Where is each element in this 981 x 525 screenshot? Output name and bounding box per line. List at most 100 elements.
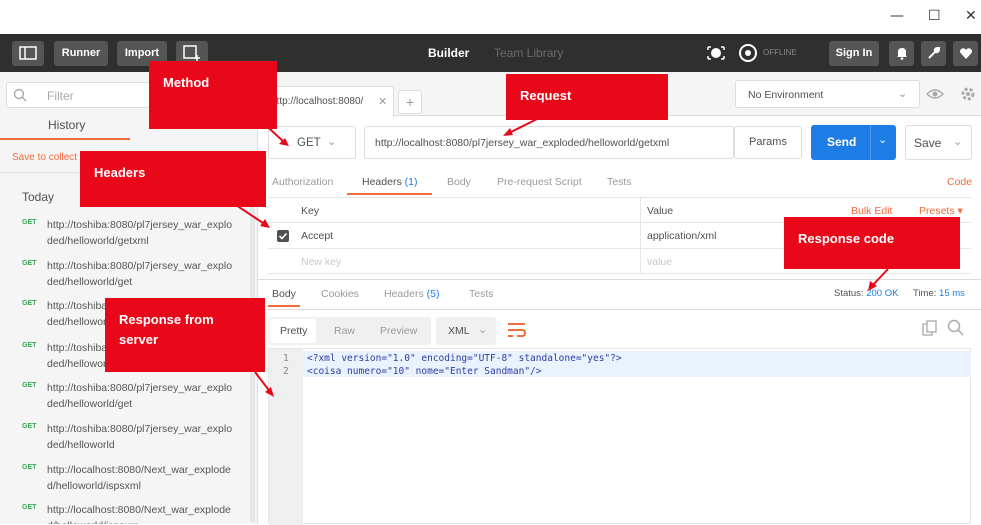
method-select[interactable]: GET ⌄ (268, 126, 356, 159)
time-label: Time: (913, 288, 937, 299)
save-button[interactable]: Save ⌄ (905, 125, 972, 160)
search-icon[interactable] (947, 319, 965, 337)
view-mode-group: Pretty Raw Preview (268, 317, 431, 345)
new-key-field[interactable]: New key (301, 256, 341, 268)
presets-dropdown[interactable]: Presets ▾ (919, 205, 963, 217)
sign-in-button[interactable]: Sign In (829, 41, 879, 66)
send-label: Send (827, 135, 857, 149)
status-value: 200 OK (866, 288, 899, 299)
copy-icon[interactable] (922, 320, 938, 336)
settings-button[interactable] (921, 41, 946, 66)
list-item[interactable]: GET http://localhost:8080/Next_war_explod… (0, 462, 257, 498)
callout-response-code: Response code (784, 217, 960, 269)
time-value: 15 ms (939, 288, 965, 299)
raw-button[interactable]: Raw (334, 325, 355, 337)
callout-response-from-server: Response from server (105, 298, 265, 372)
tab-headers[interactable]: Headers (1) (362, 176, 417, 188)
new-value-field[interactable]: value (647, 256, 672, 268)
tab-prerequest[interactable]: Pre-request Script (497, 176, 582, 188)
sync-icon[interactable] (738, 43, 758, 63)
notifications-button[interactable] (889, 41, 914, 66)
heart-icon (959, 48, 972, 59)
code-line: <?xml version="1.0" encoding="UTF-8" sta… (307, 353, 622, 364)
url-input[interactable]: http://localhost:8080/pl7jersey_war_expl… (364, 126, 734, 159)
divider (258, 279, 981, 280)
wrench-icon (927, 46, 940, 59)
pretty-button[interactable]: Pretty (280, 325, 307, 337)
history-url: http://toshiba:8080/pl7jersey_war_explod… (47, 260, 233, 288)
runner-button[interactable]: Runner (54, 41, 108, 66)
search-icon (13, 88, 27, 102)
request-tab[interactable]: http://localhost:8080/ ✕ (262, 86, 394, 117)
interceptor-icon[interactable] (706, 43, 726, 63)
sidebar-toggle-button[interactable] (12, 41, 44, 66)
tab-response-tests[interactable]: Tests (469, 288, 494, 300)
history-url: http://toshiba:8080/pl7jersey_war_explod… (47, 423, 233, 451)
divider (640, 198, 641, 274)
history-url: http://toshiba:8080/pl7jersey_war_explod… (47, 219, 233, 247)
value-column-header: Value (647, 205, 674, 217)
save-label: Save (914, 136, 942, 150)
method-value: GET (297, 137, 321, 149)
status-indicator: Status: 200 OK (834, 288, 898, 299)
header-key-field[interactable]: Accept (301, 230, 333, 242)
maximize-button[interactable]: ☐ (928, 8, 941, 24)
response-body-editor[interactable]: 1 <?xml version="1.0" encoding="UTF-8" s… (268, 348, 971, 525)
sidebar-icon (19, 46, 37, 60)
history-url: http://toshiba:8080/pl7jersey_war_explod… (47, 382, 233, 410)
list-item[interactable]: GET http://toshiba:8080/pl7jersey_war_exp… (0, 217, 257, 253)
close-button[interactable]: ✕ (965, 8, 977, 24)
method-badge: GET (22, 300, 37, 307)
chevron-down-icon[interactable]: ⌄ (878, 133, 887, 146)
new-window-icon (183, 45, 200, 61)
code-line: <coisa numero="10" nome="Enter Sandman"/… (307, 366, 542, 377)
callout-request: Request (506, 74, 668, 120)
params-button[interactable]: Params (734, 126, 802, 159)
url-value: http://localhost:8080/pl7jersey_war_expl… (375, 137, 670, 149)
bulk-edit-link[interactable]: Bulk Edit (851, 205, 892, 217)
list-item[interactable]: GET http://toshiba:8080/pl7jersey_war_exp… (0, 258, 257, 294)
response-headers-label: Headers (384, 288, 424, 300)
list-item[interactable]: GET http://toshiba:8080/pl7jersey_war_exp… (0, 421, 257, 457)
tab-builder[interactable]: Builder (428, 46, 469, 60)
tab-body[interactable]: Body (447, 176, 471, 188)
eye-icon[interactable] (926, 87, 944, 101)
line-number: 2 (283, 366, 289, 377)
code-link[interactable]: Code (947, 176, 972, 188)
search-placeholder: Filter (47, 89, 74, 103)
tab-team-library[interactable]: Team Library (494, 46, 563, 60)
method-badge: GET (22, 504, 37, 511)
favorite-button[interactable] (953, 41, 978, 66)
list-item[interactable]: GET http://toshiba:8080/pl7jersey_war_exp… (0, 380, 257, 416)
chevron-down-icon[interactable]: ⌄ (953, 135, 962, 148)
add-tab-button[interactable]: + (398, 90, 422, 114)
tab-response-headers[interactable]: Headers (5) (384, 288, 439, 300)
checkmark-icon (278, 232, 288, 240)
offline-status: OFFLINE (763, 48, 797, 57)
tab-response-body[interactable]: Body (272, 288, 296, 300)
tab-authorization[interactable]: Authorization (272, 176, 333, 188)
divider (870, 125, 871, 160)
method-badge: GET (22, 382, 37, 389)
tab-cookies[interactable]: Cookies (321, 288, 359, 300)
close-tab-icon[interactable]: ✕ (378, 95, 387, 108)
tab-tests[interactable]: Tests (607, 176, 632, 188)
list-item[interactable]: GET http://localhost:8080/Next_war_explod… (0, 502, 257, 524)
send-button[interactable]: Send ⌄ (811, 125, 896, 160)
divider (268, 273, 971, 274)
environment-select[interactable]: No Environment ⌄ (735, 80, 920, 108)
gear-icon[interactable] (959, 85, 977, 103)
chevron-down-icon: ⌄ (478, 324, 488, 336)
method-badge: GET (22, 342, 37, 349)
tab-history[interactable]: History (48, 118, 85, 132)
header-enabled-checkbox[interactable] (277, 230, 289, 242)
minimize-button[interactable]: — (890, 8, 904, 24)
tab-headers-label: Headers (362, 176, 402, 188)
wrap-lines-icon[interactable] (505, 319, 529, 341)
header-value-field[interactable]: application/xml (647, 230, 716, 242)
preview-button[interactable]: Preview (380, 325, 417, 337)
save-to-collection-link[interactable]: Save to collect (12, 152, 77, 163)
environment-value: No Environment (748, 89, 824, 101)
format-select[interactable]: XML ⌄ (436, 317, 496, 345)
method-badge: GET (22, 219, 37, 226)
